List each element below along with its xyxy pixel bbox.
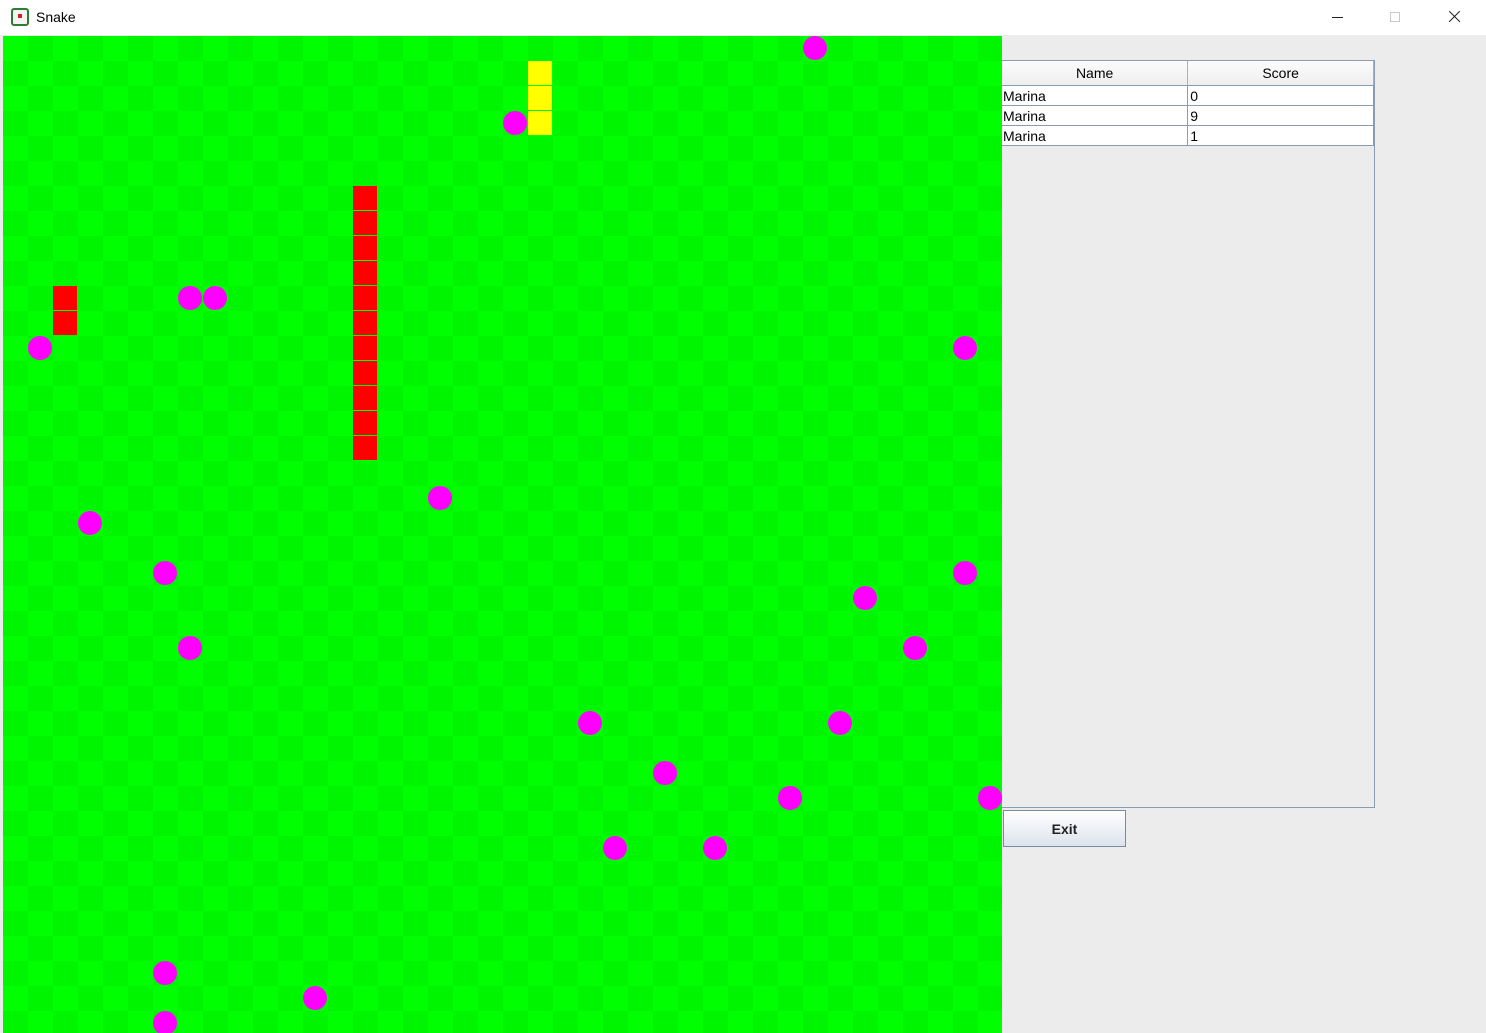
player-name-cell: Marina	[1002, 125, 1189, 146]
food-pellet	[803, 36, 827, 60]
player-score-cell: 0	[1187, 85, 1374, 106]
minimize-button[interactable]	[1314, 0, 1360, 34]
food-pellet	[853, 586, 877, 610]
food-pellet	[178, 636, 202, 660]
snake-2-segment	[353, 286, 377, 310]
window-title: Snake	[36, 9, 76, 25]
snake-1-segment	[528, 86, 552, 110]
column-header-score[interactable]: Score	[1187, 61, 1374, 86]
snake-1-segment	[528, 61, 552, 85]
player-score-cell: 9	[1187, 105, 1374, 126]
table-row[interactable]: Marina 0	[1002, 85, 1374, 106]
snake-2-head	[353, 436, 377, 460]
food-pellet	[778, 786, 802, 810]
food-pellet	[978, 786, 1002, 810]
table-row[interactable]: Marina 9	[1002, 105, 1374, 126]
snake-2-segment	[353, 386, 377, 410]
title-bar: Snake	[0, 0, 1486, 35]
snake-2-segment	[353, 261, 377, 285]
food-pellet	[953, 336, 977, 360]
snake-2-segment	[353, 211, 377, 235]
game-board	[3, 36, 1002, 1033]
player-score-cell: 1	[1187, 125, 1374, 146]
food-pellet	[503, 111, 527, 135]
food-pellet	[828, 711, 852, 735]
player-name-cell: Marina	[1002, 85, 1189, 106]
snake-app-icon	[11, 8, 29, 26]
minimize-icon	[1331, 16, 1343, 18]
food-pellet	[153, 961, 177, 985]
snake-2-segment	[353, 411, 377, 435]
food-pellet	[153, 1011, 177, 1033]
food-pellet	[153, 561, 177, 585]
food-pellet	[603, 836, 627, 860]
food-pellet	[703, 836, 727, 860]
column-header-name[interactable]: Name	[1002, 61, 1189, 86]
snake-3-head	[53, 311, 77, 335]
exit-button[interactable]: Exit	[1003, 810, 1126, 847]
score-table-header: Name Score	[1002, 61, 1374, 86]
score-table: Name Score Marina 0 Marina 9 Marina 1	[1002, 61, 1374, 146]
food-pellet	[653, 761, 677, 785]
food-pellet	[903, 636, 927, 660]
food-pellet	[78, 511, 102, 535]
snake-2-segment	[353, 361, 377, 385]
snake-2-segment	[353, 236, 377, 260]
table-row[interactable]: Marina 1	[1002, 125, 1374, 146]
snake-2-segment	[353, 311, 377, 335]
food-pellet	[578, 711, 602, 735]
close-button[interactable]	[1431, 0, 1477, 34]
maximize-icon	[1390, 12, 1400, 22]
food-pellet	[428, 486, 452, 510]
snake-3-segment	[53, 286, 77, 310]
maximize-button[interactable]	[1372, 0, 1418, 34]
snake-2-segment	[353, 186, 377, 210]
food-pellet	[28, 336, 52, 360]
score-table-panel: Name Score Marina 0 Marina 9 Marina 1	[1002, 60, 1375, 808]
snake-2-segment	[353, 336, 377, 360]
player-name-cell: Marina	[1002, 105, 1189, 126]
food-pellet	[953, 561, 977, 585]
snake-window: Snake Name Score Marina 0 Marina 9 Marin…	[0, 0, 1486, 1033]
snake-1-head	[528, 111, 552, 135]
food-pellet	[303, 986, 327, 1010]
close-icon	[1447, 10, 1461, 24]
food-pellet	[203, 286, 227, 310]
food-pellet	[178, 286, 202, 310]
